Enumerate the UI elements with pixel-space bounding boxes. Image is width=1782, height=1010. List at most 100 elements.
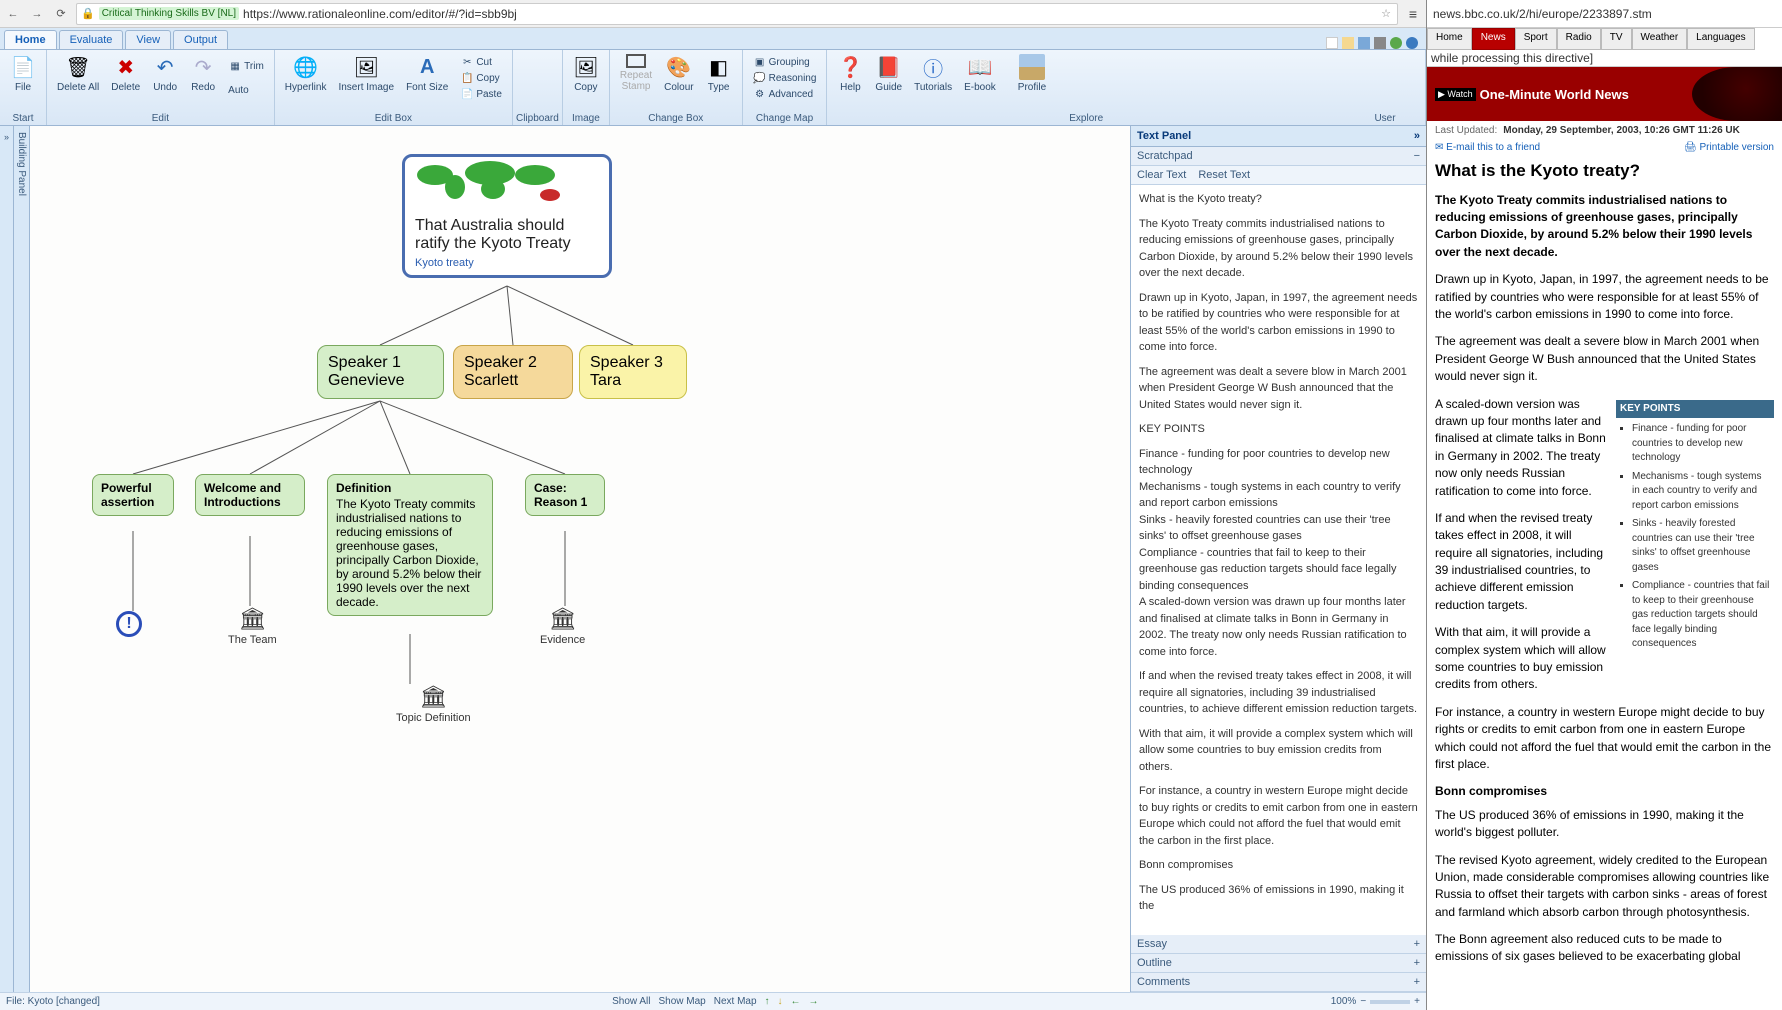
url-box[interactable]: 🔒 Critical Thinking Skills BV [NL] https… bbox=[76, 3, 1398, 25]
copy-button[interactable]: 📋Copy bbox=[458, 70, 504, 86]
copy-image-button[interactable]: 🖼Copy bbox=[567, 52, 605, 95]
topic-leaf[interactable]: 🏛Topic Definition bbox=[396, 684, 471, 724]
delete-button[interactable]: ✖Delete bbox=[105, 52, 146, 95]
tab-output[interactable]: Output bbox=[173, 30, 228, 49]
speaker1-node[interactable]: Speaker 1 Genevieve bbox=[317, 345, 444, 399]
tab-view[interactable]: View bbox=[125, 30, 171, 49]
cut-button[interactable]: ✂Cut bbox=[458, 54, 504, 70]
tutorials-button[interactable]: ⓘTutorials bbox=[908, 52, 958, 95]
clear-text-button[interactable]: Clear Text bbox=[1137, 169, 1186, 181]
scratchpad-section[interactable]: Scratchpad − bbox=[1131, 147, 1426, 166]
show-map-button[interactable]: Show Map bbox=[659, 996, 706, 1007]
help-button[interactable]: ❓Help bbox=[831, 52, 869, 95]
bbc-tab-radio[interactable]: Radio bbox=[1557, 28, 1601, 50]
repeat-stamp-button[interactable]: RepeatStamp bbox=[614, 52, 658, 94]
zoom-in-icon[interactable]: + bbox=[1414, 996, 1420, 1007]
email-link[interactable]: ✉ E-mail this to a friend bbox=[1435, 142, 1540, 153]
bbc-tab-sport[interactable]: Sport bbox=[1515, 28, 1557, 50]
bbc-tab-languages[interactable]: Languages bbox=[1687, 28, 1755, 50]
print-icon: 🖨 bbox=[1684, 142, 1697, 153]
welcome-node[interactable]: Welcome and Introductions bbox=[195, 474, 305, 516]
tp-para: What is the Kyoto treaty? bbox=[1139, 191, 1418, 208]
refresh-icon[interactable] bbox=[1390, 37, 1402, 49]
tab-home[interactable]: Home bbox=[4, 30, 57, 49]
evidence-leaf[interactable]: 🏛Evidence bbox=[540, 606, 585, 646]
building-panel-tab[interactable]: » bbox=[0, 126, 14, 992]
case-node[interactable]: Case: Reason 1 bbox=[525, 474, 605, 516]
print-link[interactable]: 🖨 Printable version bbox=[1684, 142, 1774, 153]
reload-button[interactable] bbox=[52, 5, 70, 23]
arrow-left-icon[interactable]: ← bbox=[791, 996, 801, 1007]
tab-evaluate[interactable]: Evaluate bbox=[59, 30, 124, 49]
trim-button[interactable]: ▦Trim bbox=[226, 59, 266, 75]
open-icon[interactable] bbox=[1342, 37, 1354, 49]
speaker3-node[interactable]: Speaker 3 Tara bbox=[579, 345, 687, 399]
ebook-button[interactable]: 📖E-book bbox=[958, 52, 1002, 95]
building-panel-label-tab[interactable]: Building Panel bbox=[14, 126, 30, 992]
print-icon[interactable] bbox=[1374, 37, 1386, 49]
reasoning-label: Reasoning bbox=[769, 73, 817, 84]
case-head: Case: Reason 1 bbox=[534, 481, 596, 509]
main-node[interactable]: That Australia should ratify the Kyoto T… bbox=[402, 154, 612, 278]
zoom-slider[interactable] bbox=[1370, 1000, 1410, 1004]
auto-button[interactable]: Auto bbox=[226, 84, 266, 97]
hamburger-menu[interactable]: ≡ bbox=[1404, 5, 1422, 23]
bbc-window: news.bbc.co.uk/2/hi/europe/2233897.stm H… bbox=[1427, 0, 1782, 1010]
save-icon[interactable] bbox=[1358, 37, 1370, 49]
bonn-heading: Bonn compromises bbox=[1435, 783, 1774, 800]
essay-section[interactable]: Essay+ bbox=[1131, 935, 1426, 954]
undo-button[interactable]: ↶Undo bbox=[146, 52, 184, 95]
reasoning-button[interactable]: 💭Reasoning bbox=[751, 70, 819, 86]
main-node-title: That Australia should ratify the Kyoto T… bbox=[415, 217, 599, 253]
insert-image-button[interactable]: 🖼Insert Image bbox=[332, 52, 400, 95]
bbc-tab-weather[interactable]: Weather bbox=[1632, 28, 1688, 50]
fontsize-button[interactable]: AFont Size bbox=[400, 52, 454, 95]
bbc-tab-home[interactable]: Home bbox=[1427, 28, 1472, 50]
watch-badge[interactable]: ▶ Watch bbox=[1435, 88, 1476, 101]
scratchpad-body[interactable]: What is the Kyoto treaty? The Kyoto Trea… bbox=[1131, 185, 1426, 935]
bbc-meta: Last Updated: Monday, 29 September, 2003… bbox=[1427, 121, 1782, 140]
powerful-node[interactable]: Powerful assertion bbox=[92, 474, 174, 516]
arrow-up-icon[interactable]: ↑ bbox=[765, 996, 770, 1007]
new-icon[interactable] bbox=[1326, 37, 1338, 49]
profile-button[interactable]: Profile bbox=[1012, 52, 1052, 95]
show-all-button[interactable]: Show All bbox=[612, 996, 650, 1007]
help-icon[interactable] bbox=[1406, 37, 1418, 49]
speaker2-node[interactable]: Speaker 2 Scarlett bbox=[453, 345, 573, 399]
type-button[interactable]: ◧Type bbox=[700, 52, 738, 95]
reset-text-button[interactable]: Reset Text bbox=[1198, 169, 1250, 181]
collapse-icon[interactable]: » bbox=[1414, 130, 1420, 142]
guide-button[interactable]: 📕Guide bbox=[869, 52, 908, 95]
grouping-button[interactable]: ▣Grouping bbox=[751, 54, 819, 70]
bbc-url-bar[interactable]: news.bbc.co.uk/2/hi/europe/2233897.stm bbox=[1427, 0, 1782, 28]
comments-section[interactable]: Comments+ bbox=[1131, 973, 1426, 992]
file-button[interactable]: 📄 File bbox=[4, 52, 42, 95]
bookmark-icon[interactable]: ☆ bbox=[1381, 7, 1391, 20]
lock-icon: 🔒 bbox=[81, 7, 95, 20]
redo-button[interactable]: ↷Redo bbox=[184, 52, 222, 95]
definition-node[interactable]: DefinitionThe Kyoto Treaty commits indus… bbox=[327, 474, 493, 616]
insert-image-label: Insert Image bbox=[338, 82, 394, 93]
hyperlink-button[interactable]: 🌐Hyperlink bbox=[279, 52, 333, 95]
tp-para: Finance - funding for poor countries to … bbox=[1139, 446, 1418, 479]
redo-icon: ↷ bbox=[190, 54, 216, 80]
team-leaf[interactable]: 🏛The Team bbox=[228, 606, 277, 646]
canvas[interactable]: That Australia should ratify the Kyoto T… bbox=[30, 126, 1130, 992]
colour-button[interactable]: 🎨Colour bbox=[658, 52, 699, 95]
bbc-article[interactable]: What is the Kyoto treaty? The Kyoto Trea… bbox=[1427, 155, 1782, 1010]
advanced-button[interactable]: ⚙Advanced bbox=[751, 86, 819, 102]
main-node-link[interactable]: Kyoto treaty bbox=[415, 257, 599, 269]
forward-button[interactable] bbox=[28, 5, 46, 23]
next-map-button[interactable]: Next Map bbox=[714, 996, 757, 1007]
paste-button[interactable]: 📄Paste bbox=[458, 86, 504, 102]
arrow-right-icon[interactable]: → bbox=[809, 996, 819, 1007]
delete-all-button[interactable]: 🗑Delete All bbox=[51, 52, 105, 95]
palette-icon: 🎨 bbox=[666, 54, 692, 80]
bbc-tab-news[interactable]: News bbox=[1472, 28, 1515, 50]
zoom-out-icon[interactable]: − bbox=[1360, 996, 1366, 1007]
exclaim-leaf[interactable]: ! bbox=[116, 611, 142, 637]
back-button[interactable] bbox=[4, 5, 22, 23]
outline-section[interactable]: Outline+ bbox=[1131, 954, 1426, 973]
bbc-tab-tv[interactable]: TV bbox=[1601, 28, 1632, 50]
arrow-down-icon[interactable]: ↓ bbox=[778, 996, 783, 1007]
